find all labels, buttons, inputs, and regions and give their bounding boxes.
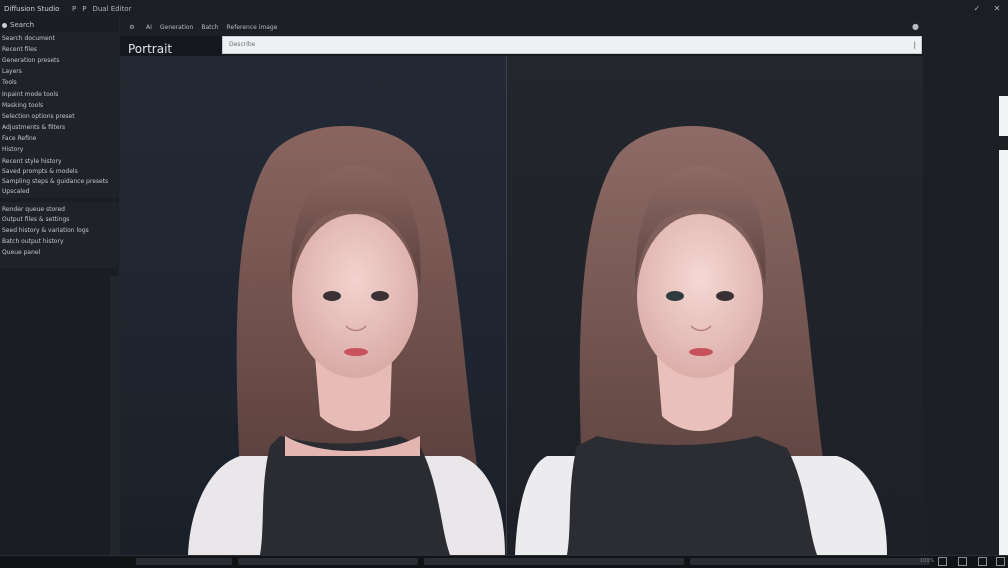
status-segment-3 <box>424 558 684 565</box>
status-bar: 100% <box>0 555 1008 568</box>
sidebar: Search Search document Recent files Gene… <box>0 18 120 555</box>
sidebar-section2-item-3[interactable]: Sampling steps & guidance presets <box>0 177 112 187</box>
status-segment-2 <box>238 558 418 565</box>
sidebar-section3-item-2[interactable]: Output files & settings <box>0 215 112 225</box>
sidebar-item-6[interactable]: Inpaint mode tools <box>0 90 112 100</box>
toolbar-item-ai[interactable]: AI <box>146 24 152 31</box>
sidebar-scrollbar[interactable] <box>110 276 119 555</box>
search-icon <box>2 22 7 28</box>
sidebar-section3-item-5[interactable]: Queue panel <box>0 248 112 258</box>
bell-icon[interactable]: ● <box>912 22 919 31</box>
status-segment-1 <box>136 558 232 565</box>
window-icon[interactable] <box>938 557 947 566</box>
toolbar-item-generation[interactable]: Generation <box>160 24 193 31</box>
sidebar-search[interactable]: Search <box>0 20 112 30</box>
layout-icon[interactable] <box>978 557 987 566</box>
app-title: Diffusion Studio <box>4 5 60 13</box>
gear-icon[interactable]: ⚙ <box>126 24 138 31</box>
toolbar-item-reference[interactable]: Reference image <box>227 24 278 31</box>
sidebar-item-7[interactable]: Masking tools <box>0 101 112 111</box>
title-bar: Diffusion Studio P P Dual Editor ✓ ✕ <box>0 0 1008 19</box>
image-pane-original[interactable] <box>120 56 506 555</box>
sidebar-section3-item-1[interactable]: Render queue stored <box>0 205 112 215</box>
sidebar-section3-item-3[interactable]: Seed history & variation logs <box>0 226 112 236</box>
fullscreen-icon[interactable] <box>996 557 1005 566</box>
right-panel-tab-1[interactable] <box>999 96 1008 136</box>
sidebar-section3-item-4[interactable]: Batch output history <box>0 237 112 247</box>
sidebar-item-5[interactable]: Tools <box>0 78 112 88</box>
right-panel-tab-2[interactable] <box>999 150 1008 555</box>
menu-item-1[interactable]: P <box>72 5 76 13</box>
check-icon[interactable]: ✓ <box>972 3 982 13</box>
portrait-image-right <box>515 126 887 555</box>
image-pane-result[interactable] <box>507 56 923 555</box>
window-controls: ✓ ✕ <box>972 3 1002 13</box>
right-panel <box>923 18 1008 555</box>
canvas-area[interactable] <box>120 56 923 555</box>
sidebar-section2-item-4[interactable]: Upscaled <box>0 187 112 197</box>
sidebar-item-9[interactable]: Adjustments & filters <box>0 123 112 133</box>
toolbar: ⚙ AI Generation Batch Reference image ● <box>120 18 923 36</box>
sidebar-item-4[interactable]: Layers <box>0 67 112 77</box>
page-title: Portrait <box>128 42 173 56</box>
panel-icon[interactable] <box>958 557 967 566</box>
sidebar-section2-item-1[interactable]: Recent style history <box>0 157 112 167</box>
portrait-image-left <box>188 126 505 555</box>
prompt-placeholder: Describe <box>229 41 256 48</box>
zoom-level[interactable]: 100% <box>920 558 934 564</box>
prompt-input[interactable]: Describe | <box>222 36 922 54</box>
sidebar-item-10[interactable]: Face Refine <box>0 134 112 144</box>
sidebar-item-2[interactable]: Recent files <box>0 45 112 55</box>
status-segment-4 <box>690 558 930 565</box>
cursor-icon: | <box>913 41 916 49</box>
toolbar-item-batch[interactable]: Batch <box>201 24 218 31</box>
sidebar-item-1[interactable]: Search document <box>0 34 112 44</box>
sidebar-item-3[interactable]: Generation presets <box>0 56 112 66</box>
sidebar-item-8[interactable]: Selection options preset <box>0 112 112 122</box>
menu-item-2[interactable]: P <box>82 5 86 13</box>
sidebar-section2-item-2[interactable]: Saved prompts & models <box>0 167 112 177</box>
menu-item-3[interactable]: Dual Editor <box>92 5 131 13</box>
close-icon[interactable]: ✕ <box>992 3 1002 13</box>
